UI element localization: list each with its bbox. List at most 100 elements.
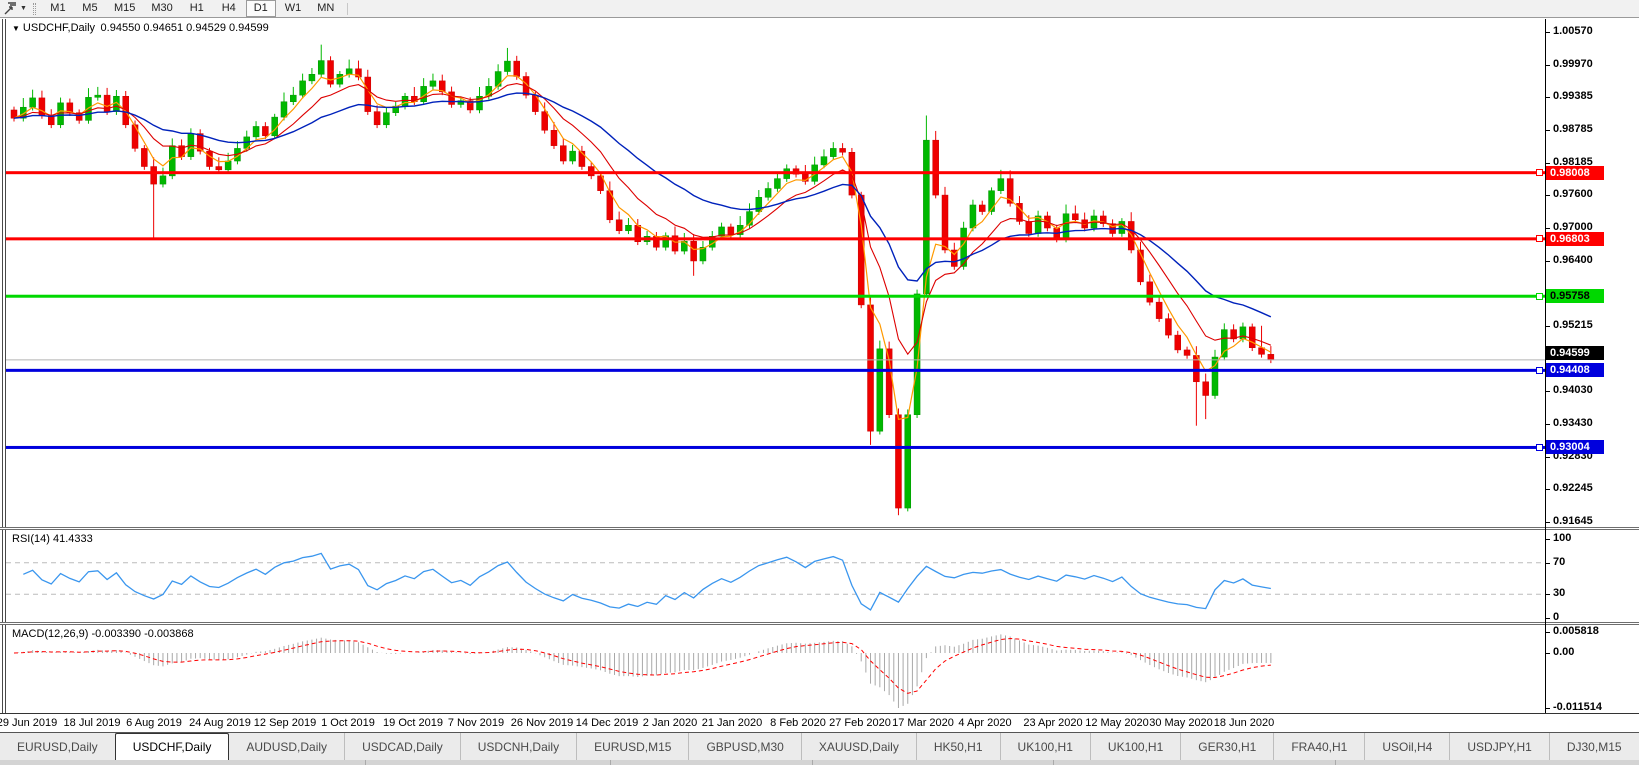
time-axis-label: 24 Aug 2019: [189, 717, 251, 729]
tab-usdcad-daily[interactable]: USDCAD,Daily: [345, 733, 461, 760]
timeframe-toolbar: M1 M5 M15 M30 H1 H4 D1 W1 MN: [42, 0, 353, 18]
level-price-badge: 0.94408: [1546, 363, 1604, 378]
price-chart-canvas[interactable]: [6, 19, 1545, 527]
time-axis-label: 26 Nov 2019: [510, 717, 574, 729]
axis-tick: [1545, 97, 1550, 99]
price-axis-label: 0.93430: [1553, 417, 1593, 430]
axis-tick: [1545, 653, 1550, 654]
axis-tick: [1545, 64, 1550, 66]
tab-dj30-m15[interactable]: DJ30,M15: [1550, 733, 1639, 760]
time-axis-label: 2 Jan 2020: [642, 717, 698, 729]
hline-endpoint-marker: [1536, 292, 1543, 300]
axis-tick: [1545, 32, 1550, 33]
tab-fra40-h1[interactable]: FRA40,H1: [1274, 733, 1366, 760]
chart-tool-icon[interactable]: ▼: [0, 1, 31, 17]
timeframe-button-m1[interactable]: M1: [43, 0, 73, 17]
chart-window-border: [2, 19, 3, 713]
axis-tick: [1545, 162, 1550, 164]
ohlc-values: 0.94550 0.94651 0.94529 0.94599: [100, 22, 269, 34]
tab-eurusd-m15[interactable]: EURUSD,M15: [577, 733, 690, 760]
macd-canvas[interactable]: [6, 625, 1545, 712]
hline-endpoint-marker: [1536, 443, 1543, 451]
toolbar-separator: [347, 2, 349, 15]
timeframe-button-h4[interactable]: H4: [214, 0, 244, 17]
timeframe-button-w1[interactable]: W1: [278, 0, 309, 17]
time-axis-label: 7 Nov 2019: [447, 717, 505, 729]
axis-tick: [1545, 539, 1550, 540]
time-axis-label: 30 May 2020: [1149, 717, 1213, 729]
tab-uk100-h1[interactable]: UK100,H1: [1001, 733, 1091, 760]
price-axis-label: 0.97600: [1553, 188, 1593, 201]
level-price-badge: 0.98008: [1546, 165, 1604, 180]
axis-tick: [1545, 594, 1550, 596]
collapse-caret-icon[interactable]: ▼: [12, 24, 20, 33]
axis-tick: [1545, 489, 1550, 491]
tab-ger30-h1[interactable]: GER30,H1: [1181, 733, 1275, 760]
axis-tick: [1545, 130, 1550, 131]
tab-audusd-daily[interactable]: AUDUSD,Daily: [229, 733, 346, 760]
price-axis-label: 0.96400: [1553, 253, 1593, 266]
tab-usdchf-daily[interactable]: USDCHF,Daily: [114, 733, 230, 760]
axis-tick: [1545, 424, 1550, 426]
macd-panel[interactable]: MACD(12,26,9) -0.003390 -0.003868: [6, 625, 1545, 712]
price-panel[interactable]: ▼ USDCHF,Daily 0.94550 0.94651 0.94529 0.…: [6, 19, 1545, 527]
hline-endpoint-marker: [1536, 235, 1543, 243]
timeframe-button-m30[interactable]: M30: [144, 0, 179, 17]
tab-eurusd-daily[interactable]: EURUSD,Daily: [0, 733, 116, 760]
price-axis-label: 0.98785: [1553, 123, 1593, 135]
price-axis-label: 30: [1553, 587, 1566, 600]
axis-tick: [1545, 618, 1550, 619]
tab-usdcnh-daily[interactable]: USDCNH,Daily: [461, 733, 578, 760]
price-axis-label: 0.00: [1553, 646, 1575, 658]
timeframe-button-h1[interactable]: H1: [182, 0, 212, 17]
time-axis-label: 18 Jul 2019: [63, 717, 121, 729]
time-axis-label: 1 Oct 2019: [321, 717, 375, 729]
timeframe-button-d1[interactable]: D1: [245, 0, 276, 17]
top-toolbar: ▼ M1 M5 M15 M30 H1 H4 D1 W1 MN: [0, 0, 1639, 18]
axis-tick: [1545, 391, 1550, 393]
toolbar-grip[interactable]: [32, 2, 36, 15]
axis-tick: [1545, 228, 1550, 230]
tab-usdjpy-h1[interactable]: USDJPY,H1: [1450, 733, 1550, 760]
axis-tick: [1545, 708, 1550, 709]
time-axis-label: 19 Oct 2019: [383, 717, 443, 729]
tab-uk100-h1[interactable]: UK100,H1: [1091, 733, 1182, 760]
level-price-badge: 0.95758: [1546, 289, 1604, 304]
time-axis-label: 14 Dec 2019: [575, 717, 639, 729]
time-axis-label: 6 Aug 2019: [126, 717, 182, 729]
status-strip: [0, 760, 1639, 765]
axis-tick: [1545, 632, 1550, 633]
rsi-label: RSI(14) 41.4333: [12, 533, 93, 545]
level-price-badge: 0.93004: [1546, 440, 1604, 455]
time-axis-label: 17 Mar 2020: [892, 717, 954, 729]
time-axis-label: 29 Jun 2019: [0, 717, 58, 729]
time-axis-label: 23 Apr 2020: [1023, 717, 1083, 729]
timeframe-button-mn[interactable]: MN: [310, 0, 341, 17]
price-axis-label: 70: [1553, 555, 1566, 568]
time-axis-label: 4 Apr 2020: [958, 717, 1012, 729]
chart-tabs: EURUSD,Daily USDCHF,Daily AUDUSD,Daily USDC…: [0, 732, 1639, 760]
tab-xauusd-daily[interactable]: XAUUSD,Daily: [802, 733, 917, 760]
timeframe-button-m5[interactable]: M5: [75, 0, 105, 17]
axis-tick: [1545, 326, 1550, 328]
tab-gbpusd-m30[interactable]: GBPUSD,M30: [689, 733, 802, 760]
rsi-canvas[interactable]: [6, 530, 1545, 622]
chart-title: ▼ USDCHF,Daily 0.94550 0.94651 0.94529 0.…: [12, 22, 269, 34]
price-axis-label: 0.99970: [1553, 57, 1593, 70]
tab-hk50-h1[interactable]: HK50,H1: [917, 733, 1001, 760]
rsi-panel[interactable]: RSI(14) 41.4333: [6, 530, 1545, 622]
price-axis-label: 0.005818: [1553, 625, 1599, 637]
axis-tick: [1545, 195, 1550, 197]
macd-label: MACD(12,26,9) -0.003390 -0.003868: [12, 628, 194, 640]
tab-usoil-h4[interactable]: USOil,H4: [1365, 733, 1451, 760]
axis-tick: [1545, 522, 1550, 524]
timeframe-button-m15[interactable]: M15: [107, 0, 142, 17]
time-axis[interactable]: 29 Jun 2019 18 Jul 2019 6 Aug 2019 24 Aug 2…: [0, 713, 1639, 732]
time-axis-label: 12 Sep 2019: [253, 717, 317, 729]
time-axis-label: 12 May 2020: [1085, 717, 1149, 729]
level-price-badge: 0.96803: [1546, 231, 1604, 246]
axis-tick: [1545, 260, 1550, 262]
axis-tick: [1545, 457, 1550, 458]
price-axis-label: 100: [1553, 532, 1572, 544]
time-axis-label: 18 Jun 2020: [1213, 717, 1275, 729]
